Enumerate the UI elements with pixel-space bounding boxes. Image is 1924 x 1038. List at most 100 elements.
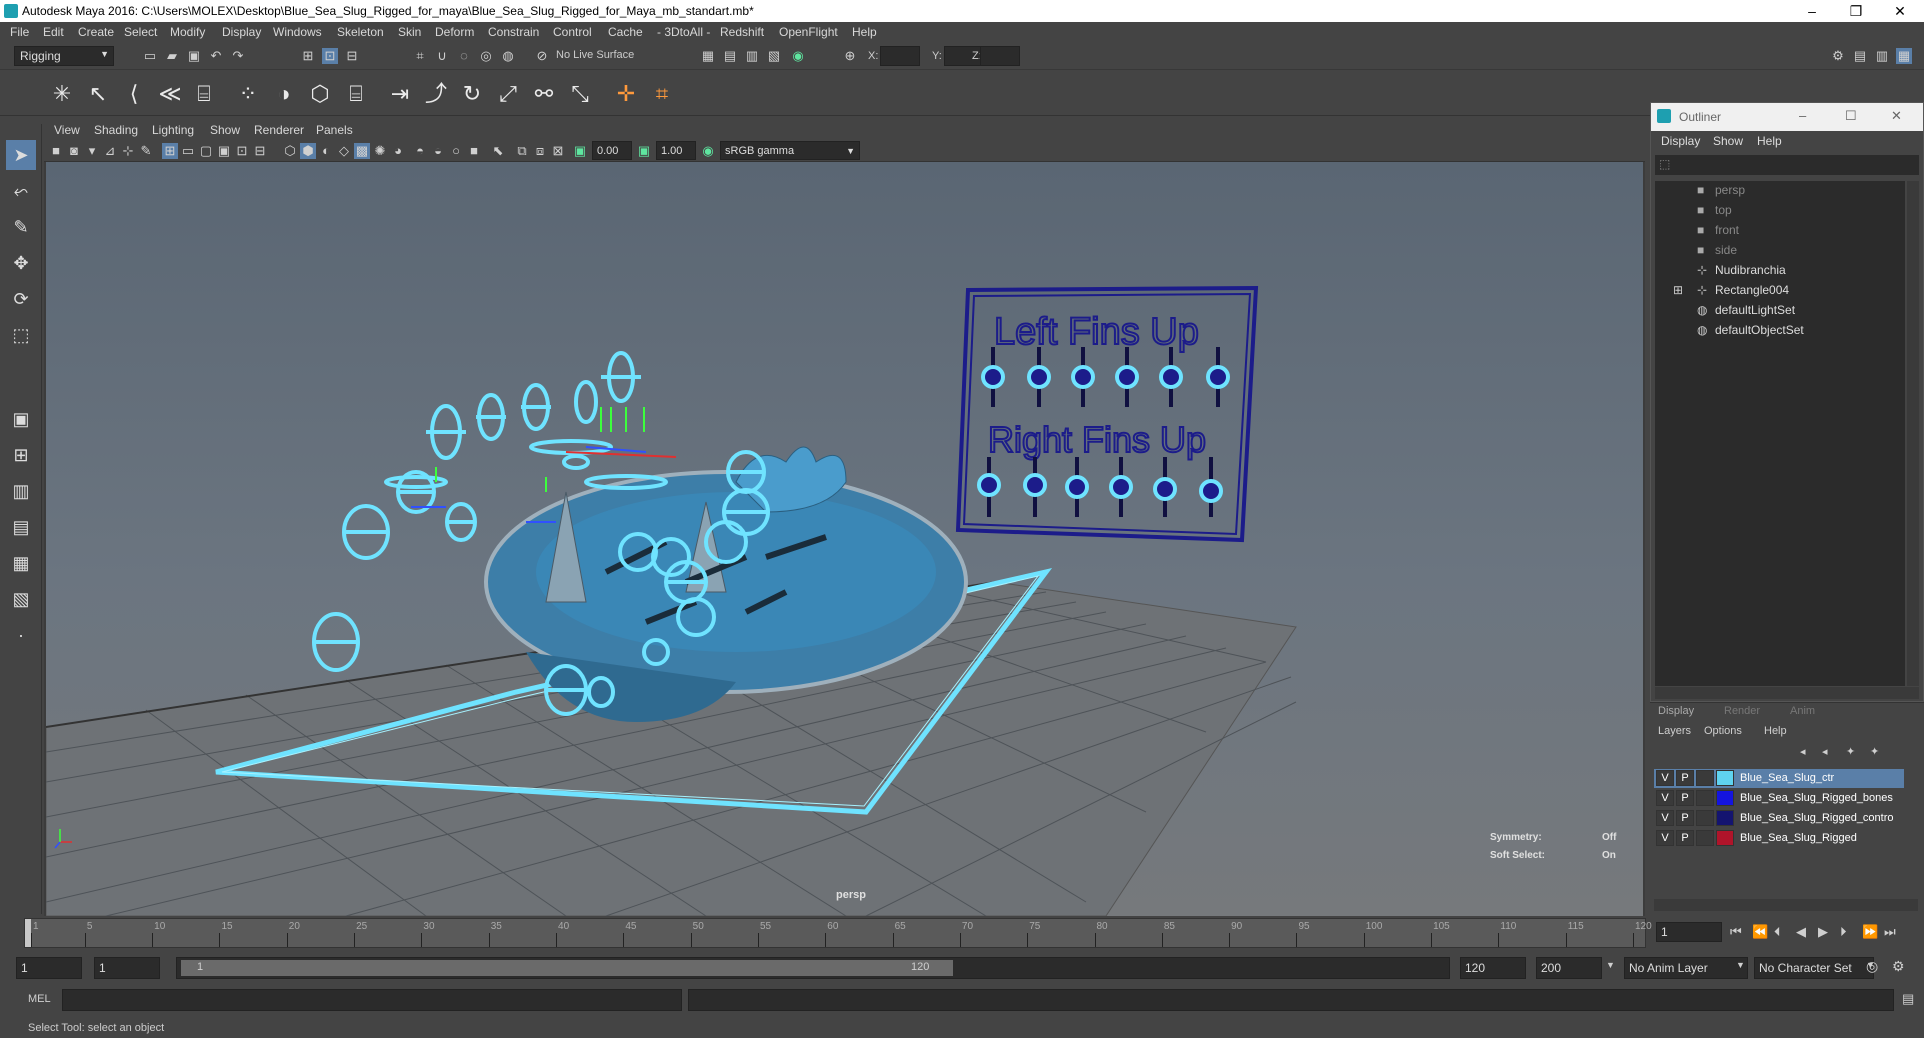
layer-visibility-toggle[interactable]: V [1656,810,1674,826]
color-management-icon[interactable]: ◉ [700,143,716,159]
layer-playback-toggle[interactable]: P [1676,790,1694,806]
layer-tab-anim[interactable]: Anim [1790,705,1815,717]
vp-menu-view[interactable]: View [54,123,80,137]
move-tool-icon[interactable]: ✥ [6,248,36,278]
layer-row[interactable]: V P Blue_Sea_Slug_Rigged [1654,829,1904,848]
lattice-icon[interactable]: ◑ [268,78,300,110]
select-object-icon[interactable]: ⊡ [322,48,338,64]
select-hierarchy-icon[interactable]: ⊞ [300,48,316,64]
layers-menu-layers[interactable]: Layers [1658,725,1691,737]
layer-display-type[interactable] [1696,830,1714,846]
shadows-icon[interactable]: ◕ [390,143,406,159]
outliner-minimize-icon[interactable]: – [1799,108,1806,123]
vp-menu-show[interactable]: Show [210,123,240,137]
depth-of-field-icon[interactable]: ■ [466,143,482,159]
start-frame-field[interactable]: 1 [16,957,82,979]
z-field[interactable] [980,46,1020,66]
playback-start-field[interactable]: 1 [94,957,160,979]
script-editor-icon[interactable]: ▤ [1902,991,1914,1007]
menu-windows[interactable]: Windows [273,25,322,39]
orient-constraint-icon[interactable]: ↻ [456,78,488,110]
menu-3dtoall[interactable]: - 3DtoAll - [657,25,710,39]
select-tool-icon[interactable]: ➤ [6,140,36,170]
current-frame-field[interactable]: 1 [1656,922,1722,942]
save-scene-icon[interactable]: ▣ [186,48,202,64]
pole-vector-icon[interactable]: ⤡ [564,78,596,110]
end-frame-field[interactable]: 200 [1536,957,1602,979]
menu-select[interactable]: Select [124,25,157,39]
layers-menu-options[interactable]: Options [1704,725,1742,737]
playback-end-field[interactable]: 120 [1460,957,1526,979]
vp-menu-lighting[interactable]: Lighting [152,123,194,137]
outliner-item-defaultobjectset[interactable]: ◍ defaultObjectSet [1697,323,1804,337]
menu-skin[interactable]: Skin [398,25,421,39]
play-forward-icon[interactable]: ▶ [1818,924,1828,940]
xray-components-icon[interactable]: ⊠ [550,143,566,159]
anim-layer-dropdown[interactable]: No Anim Layer [1624,957,1748,979]
undo-icon[interactable]: ↶ [208,48,224,64]
outliner-filter-field[interactable]: ⬚ [1655,155,1919,175]
parent-constraint-icon[interactable]: ⚯ [528,78,560,110]
transform-input-icon[interactable]: ⊕ [842,48,858,64]
exposure-icon[interactable]: ▣ [572,143,588,159]
lasso-tool-icon[interactable]: ⬿ [6,176,36,206]
ipr-render-icon[interactable]: ▥ [744,48,760,64]
range-handle[interactable] [181,960,953,976]
layer-playback-toggle[interactable]: P [1676,810,1694,826]
isolate-select-icon[interactable]: ⬉ [490,143,506,159]
bounding-box-icon[interactable]: ◇ [336,143,352,159]
layer-display-type[interactable] [1696,810,1714,826]
layer-tab-render[interactable]: Render [1724,705,1760,717]
minimize-button[interactable]: – [1790,0,1834,22]
group-icon[interactable]: ⌗ [646,78,678,110]
restore-button[interactable]: ❐ [1834,0,1878,22]
mirror-joint-icon[interactable]: ≪ [154,78,186,110]
new-layer-selected-icon[interactable]: ✦ [1870,745,1879,758]
cluster-icon[interactable]: ⁘ [232,78,264,110]
channel-box-icon[interactable]: ▦ [1896,48,1912,64]
anti-alias-icon[interactable]: ○ [448,143,464,159]
layout-persp-outliner-icon[interactable]: ▤ [6,512,36,542]
attribute-editor-icon[interactable]: ▤ [1852,48,1868,64]
ik-handle-icon[interactable]: ↖ [82,78,114,110]
motion-blur-icon[interactable]: ◒ [430,143,446,159]
four-pane-icon[interactable]: ⊞ [6,440,36,470]
layer-color-swatch[interactable] [1716,770,1734,786]
redo-icon[interactable]: ↷ [230,48,246,64]
layer-visibility-toggle[interactable]: V [1656,770,1674,786]
outliner-maximize-icon[interactable]: ☐ [1845,108,1857,124]
snap-curve-icon[interactable]: ∪ [434,48,450,64]
new-layer-icon[interactable]: ✦ [1846,745,1855,758]
go-to-start-icon[interactable]: ⏮ [1730,924,1742,940]
2d-pan-zoom-icon[interactable]: ⊹ [120,143,136,159]
new-scene-icon[interactable]: ▭ [142,48,158,64]
outliner-item-side[interactable]: ■ side [1697,243,1737,257]
outliner-menu-show[interactable]: Show [1713,134,1743,148]
menu-constrain[interactable]: Constrain [488,25,539,39]
menu-edit[interactable]: Edit [43,25,64,39]
layer-move-down-icon[interactable]: ◂ [1822,745,1828,758]
character-set-dropdown[interactable]: No Character Set [1754,957,1874,979]
layer-color-swatch[interactable] [1716,830,1734,846]
layer-row[interactable]: V P Blue_Sea_Slug_ctr [1654,769,1904,788]
layer-display-type[interactable] [1696,790,1714,806]
sculpt-icon[interactable]: ⌸ [340,78,372,110]
step-forward-key-icon[interactable]: ⏩ [1862,924,1878,940]
film-gate-icon[interactable]: ▭ [180,143,196,159]
step-back-key-icon[interactable]: ⏪ [1752,924,1768,940]
camera-attributes-icon[interactable]: ◙ [66,143,82,159]
ik-spline-icon[interactable]: ⟨ [118,78,150,110]
render-view-icon[interactable]: ▦ [700,48,716,64]
menu-display[interactable]: Display [222,25,261,39]
outliner-scrollbar[interactable] [1907,181,1919,686]
grid-toggle-icon[interactable]: ⊞ [162,143,178,159]
time-cursor[interactable] [25,919,31,947]
step-back-icon[interactable]: ⏴ [1774,924,1781,940]
snap-surface-icon[interactable]: ◍ [500,48,516,64]
preferences-icon[interactable]: ⚙ [1892,958,1905,975]
smooth-shade-icon[interactable]: ⬢ [300,143,316,159]
viewport-canvas[interactable]: Left Fins Up Right Fins Up persp Symmetr… [46,162,1643,916]
tool-settings-icon[interactable]: ▥ [1874,48,1890,64]
go-to-end-icon[interactable]: ⏭ [1884,924,1896,940]
textured-icon[interactable]: ▩ [354,143,370,159]
